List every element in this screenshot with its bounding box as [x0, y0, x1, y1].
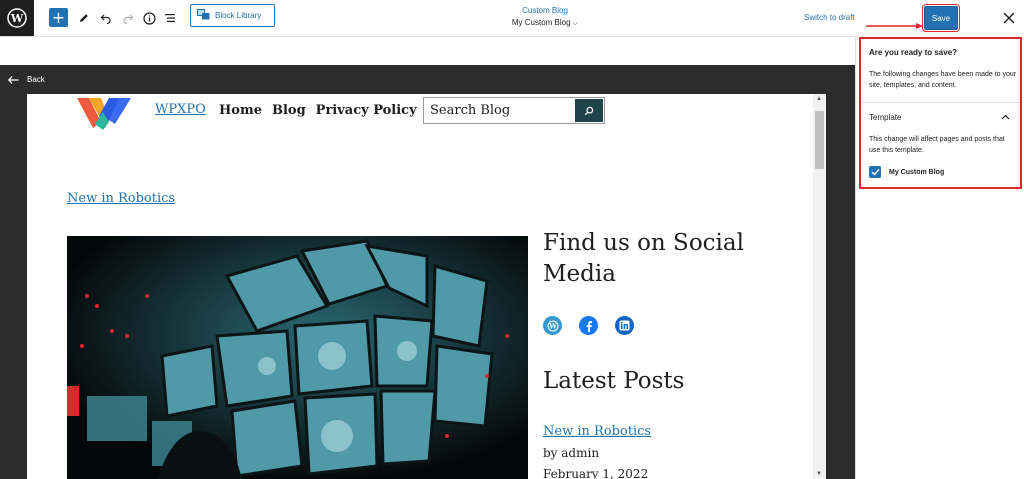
edit-pencil-icon[interactable]	[77, 8, 91, 28]
social-heading: Find us on Social Media	[543, 230, 744, 287]
search-placeholder: Search Blog	[430, 103, 511, 118]
latest-post-link[interactable]: New in Robotics	[543, 424, 651, 439]
linkedin-icon[interactable]	[615, 316, 634, 335]
scrollbar-thumb[interactable]	[815, 111, 824, 169]
scroll-up-icon[interactable]: ▲	[816, 96, 822, 102]
template-name-dropdown[interactable]: My Custom Blog ⌵	[500, 18, 590, 28]
chevron-up-icon[interactable]	[1001, 113, 1010, 122]
back-button[interactable]: Back	[8, 75, 45, 84]
template-checkbox[interactable]	[869, 166, 881, 178]
social-links: W	[543, 316, 651, 335]
add-block-button[interactable]: +	[49, 8, 68, 27]
chevron-down-icon: ⌵	[572, 20, 579, 27]
redo-icon[interactable]	[121, 8, 135, 28]
close-icon[interactable]	[1000, 9, 1018, 27]
template-checkbox-row[interactable]: My Custom Blog	[869, 166, 944, 178]
divider	[861, 102, 1020, 103]
nav-item-blog[interactable]: Blog	[272, 103, 306, 118]
block-library-icon	[197, 9, 210, 22]
document-title[interactable]: Custom Blog My Custom Blog ⌵	[500, 6, 590, 28]
template-section-description: This change will affect pages and posts …	[869, 136, 1005, 154]
search-input[interactable]: Search Blog	[423, 97, 605, 124]
wordpress-logo-icon[interactable]: W	[0, 0, 34, 36]
arrow-left-icon	[8, 75, 19, 84]
block-library-label: Block Library	[215, 11, 262, 20]
editor-frame: Back WPXPO Home Blog Privacy Policy Sear…	[0, 65, 855, 479]
site-navigation: Home Blog Privacy Policy	[219, 103, 427, 118]
search-icon	[584, 106, 594, 115]
annotation-arrow-icon	[866, 16, 924, 34]
facebook-icon[interactable]	[579, 316, 598, 335]
save-panel: Are you ready to save? The following cha…	[855, 36, 1024, 479]
editor-canvas[interactable]: WPXPO Home Blog Privacy Policy Search Bl…	[27, 94, 813, 479]
latest-post-author: by admin	[543, 446, 600, 460]
editor-top-toolbar: W + Block Library Custom Blog My Custom …	[0, 0, 1024, 37]
nav-item-privacy-policy[interactable]: Privacy Policy	[316, 103, 417, 118]
template-section-title[interactable]: Template	[869, 113, 901, 122]
site-logo[interactable]	[75, 94, 133, 130]
canvas-scrollbar[interactable]: ▲ ▼	[813, 94, 826, 479]
back-label: Back	[27, 75, 45, 84]
nav-item-home[interactable]: Home	[219, 103, 262, 118]
save-panel-description: The following changes have been made to …	[869, 71, 1017, 89]
post-title-link[interactable]: New in Robotics	[67, 191, 175, 206]
site-title[interactable]: WPXPO	[155, 102, 206, 117]
scroll-down-icon[interactable]: ▼	[816, 471, 822, 477]
undo-icon[interactable]	[99, 8, 113, 28]
save-button[interactable]: Save	[922, 4, 960, 32]
document-type-label: Custom Blog	[522, 6, 568, 15]
save-panel-title: Are you ready to save?	[869, 48, 958, 57]
search-button[interactable]	[575, 99, 603, 122]
wordpress-social-icon[interactable]: W	[543, 316, 562, 335]
checkmark-icon	[871, 169, 880, 176]
block-library-button[interactable]: Block Library	[190, 4, 275, 27]
save-confirmation-box: Are you ready to save? The following cha…	[859, 37, 1022, 189]
latest-posts-heading: Latest Posts	[543, 368, 685, 394]
featured-image[interactable]	[67, 236, 528, 479]
latest-post-date: February 1, 2022	[543, 467, 649, 479]
svg-text:W: W	[548, 321, 557, 330]
svg-text:W: W	[10, 12, 24, 25]
info-icon[interactable]	[142, 8, 156, 28]
list-view-icon[interactable]	[163, 8, 177, 28]
template-checkbox-label: My Custom Blog	[889, 168, 945, 176]
switch-to-draft-button[interactable]: Switch to draft	[804, 13, 855, 22]
